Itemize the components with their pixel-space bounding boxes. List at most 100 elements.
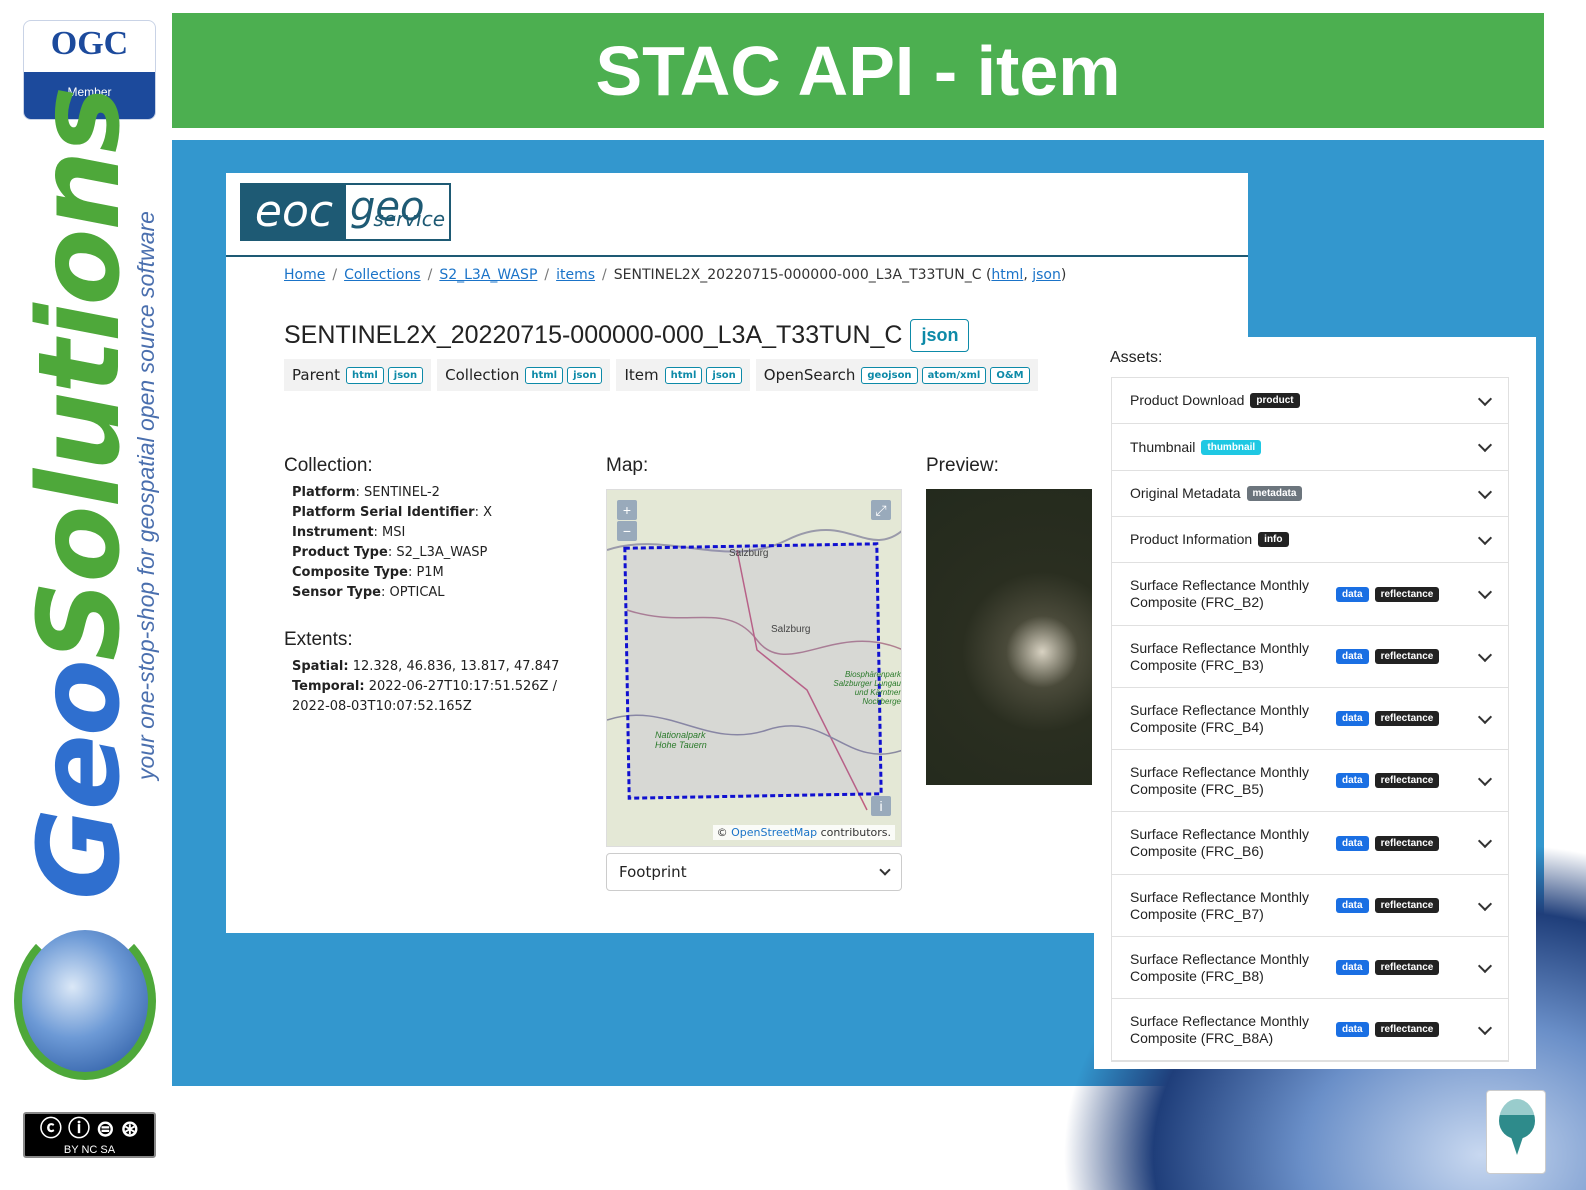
map-label: Salzburg: [729, 548, 769, 559]
asset-name: Surface Reflectance Monthly Composite (F…: [1130, 888, 1309, 922]
slide-header: STAC API - item: [172, 13, 1544, 128]
assets-heading: Assets:: [1110, 349, 1163, 366]
extents-properties: Spatial: 12.328, 46.836, 13.817, 47.847 …: [292, 657, 582, 717]
prop-row: Sensor Type: OPTICAL: [292, 585, 445, 600]
zoom-in-button[interactable]: +: [617, 500, 637, 520]
asset-row[interactable]: Product Download product: [1112, 378, 1508, 424]
fullscreen-button[interactable]: ⤢: [871, 500, 891, 520]
breadcrumb-collection[interactable]: S2_L3A_WASP: [439, 267, 537, 283]
chevron-down-icon: [879, 864, 891, 876]
asset-row[interactable]: Original Metadata metadata: [1112, 471, 1508, 517]
map-attribution: © OpenStreetMap contributors.: [712, 825, 895, 840]
asset-badge: reflectance: [1374, 898, 1440, 913]
asset-badge: info: [1258, 532, 1289, 547]
extents-heading: Extents:: [284, 629, 353, 650]
chevron-down-icon[interactable]: [1477, 771, 1493, 786]
breadcrumb-json-link[interactable]: json: [1032, 267, 1061, 283]
prop-row: Instrument: MSI: [292, 525, 406, 540]
link-group-label: OpenSearch: [763, 366, 856, 384]
chevron-down-icon[interactable]: [1477, 647, 1493, 662]
eoc-geoservice-logo[interactable]: eoc service geo: [240, 183, 451, 241]
asset-row[interactable]: Surface Reflectance Monthly Composite (F…: [1112, 999, 1508, 1061]
link-group-parent: Parent html json: [284, 359, 432, 391]
asset-row[interactable]: Product Information info: [1112, 517, 1508, 563]
prop-row: Platform Serial Identifier: X: [292, 505, 493, 520]
asset-badge: reflectance: [1374, 835, 1440, 851]
footprint-select[interactable]: Footprint: [606, 853, 902, 891]
asset-badge: reflectance: [1374, 711, 1440, 726]
brand-solutions: Solutions: [15, 88, 145, 662]
collection-json-button[interactable]: json: [567, 366, 603, 384]
footprint-map[interactable]: Salzburg Salzburg Biosphärenpark Salzbur…: [606, 489, 902, 847]
asset-badge: reflectance: [1374, 1022, 1440, 1037]
eoc-logo-left: eoc: [242, 185, 346, 239]
prop-row: Platform: SENTINEL-2: [292, 485, 440, 500]
map-info-button[interactable]: i: [871, 796, 891, 816]
asset-badge: data: [1336, 835, 1369, 851]
brand-tagline: your one-stop-shop for geospatial open s…: [133, 211, 159, 780]
chevron-down-icon[interactable]: [1477, 833, 1493, 849]
asset-row[interactable]: Surface Reflectance Monthly Composite (F…: [1112, 937, 1508, 999]
asset-row[interactable]: Surface Reflectance Monthly Composite (F…: [1112, 812, 1508, 875]
assets-accordion: Product Download product Thumbnail thumbnai…: [1111, 377, 1509, 1062]
header-divider: [226, 255, 1248, 257]
chevron-down-icon[interactable]: [1477, 484, 1493, 499]
parent-html-button[interactable]: html: [346, 366, 384, 384]
asset-badge: reflectance: [1374, 773, 1440, 788]
breadcrumb-html-link[interactable]: html: [991, 267, 1023, 283]
asset-name: Surface Reflectance Monthly Composite (F…: [1130, 1012, 1309, 1046]
map-tiles: [607, 529, 901, 811]
asset-name: Thumbnail: [1130, 438, 1196, 455]
brand-geo: Geo: [15, 661, 145, 900]
asset-name: Surface Reflectance Monthly Composite (F…: [1130, 763, 1309, 797]
map-heading: Map:: [606, 455, 649, 476]
collection-html-button[interactable]: html: [525, 366, 564, 384]
asset-row[interactable]: Surface Reflectance Monthly Composite (F…: [1112, 875, 1508, 937]
item-json-link-button[interactable]: json: [706, 366, 742, 384]
opensearch-atom-button[interactable]: atom/xml: [921, 366, 987, 384]
asset-row[interactable]: Surface Reflectance Monthly Composite (F…: [1112, 626, 1508, 688]
chevron-down-icon[interactable]: [1477, 1020, 1493, 1035]
ogc-logo-text: OGC: [50, 25, 129, 62]
map-label: Nationalpark Hohe Tauern: [655, 730, 707, 750]
breadcrumb-collections[interactable]: Collections: [344, 267, 421, 283]
asset-row[interactable]: Surface Reflectance Monthly Composite (F…: [1112, 688, 1508, 750]
asset-badge: data: [1336, 773, 1369, 788]
cc-icon: ⓒ ⓘ ⊜ ⊛: [39, 1116, 140, 1141]
asset-badge: product: [1250, 393, 1300, 408]
asset-row[interactable]: Thumbnail thumbnail: [1112, 424, 1508, 471]
asset-name: Product Download: [1130, 392, 1245, 408]
asset-name: Original Metadata: [1130, 485, 1241, 501]
opensearch-om-button[interactable]: O&M: [990, 366, 1030, 384]
asset-name: Product Information: [1130, 531, 1253, 547]
map-label: Salzburg: [771, 624, 811, 635]
asset-badge: data: [1336, 960, 1369, 975]
asset-badge: data: [1336, 586, 1369, 602]
osm-link[interactable]: OpenStreetMap: [731, 826, 817, 839]
chevron-down-icon[interactable]: [1477, 391, 1493, 406]
breadcrumb-items[interactable]: items: [556, 267, 595, 283]
breadcrumb: Home / Collections / S2_L3A_WASP / items / SENTI…: [284, 267, 1067, 283]
assets-panel: Assets: Product Download product Thumbnail…: [1094, 337, 1536, 1069]
zoom-out-button[interactable]: −: [617, 521, 637, 541]
cc-license-badge: ⓒ ⓘ ⊜ ⊛ BY NC SA: [23, 1112, 156, 1158]
asset-name: Surface Reflectance Monthly Composite (F…: [1130, 826, 1309, 859]
asset-row[interactable]: Surface Reflectance Monthly Composite (F…: [1112, 750, 1508, 812]
item-html-button[interactable]: html: [664, 366, 703, 384]
breadcrumb-home[interactable]: Home: [284, 267, 325, 283]
geosolutions-logo: GeoSolutions your one-stop-shop for geos…: [15, 88, 165, 900]
asset-badge: data: [1336, 898, 1369, 913]
opensearch-geojson-button[interactable]: geojson: [861, 366, 918, 384]
chevron-down-icon[interactable]: [1477, 896, 1493, 911]
item-json-button[interactable]: json: [910, 319, 970, 352]
asset-name: Surface Reflectance Monthly Composite (F…: [1130, 950, 1309, 984]
chevron-down-icon[interactable]: [1477, 584, 1493, 600]
asset-badge: metadata: [1246, 486, 1303, 501]
parent-json-button[interactable]: json: [387, 366, 424, 384]
chevron-down-icon[interactable]: [1477, 709, 1493, 724]
asset-row[interactable]: Surface Reflectance Monthly Composite (F…: [1112, 563, 1508, 626]
collection-properties: Platform: SENTINEL-2 Platform Serial Ide…: [292, 483, 492, 603]
chevron-down-icon[interactable]: [1477, 437, 1493, 453]
chevron-down-icon[interactable]: [1477, 958, 1493, 973]
chevron-down-icon[interactable]: [1477, 530, 1493, 545]
